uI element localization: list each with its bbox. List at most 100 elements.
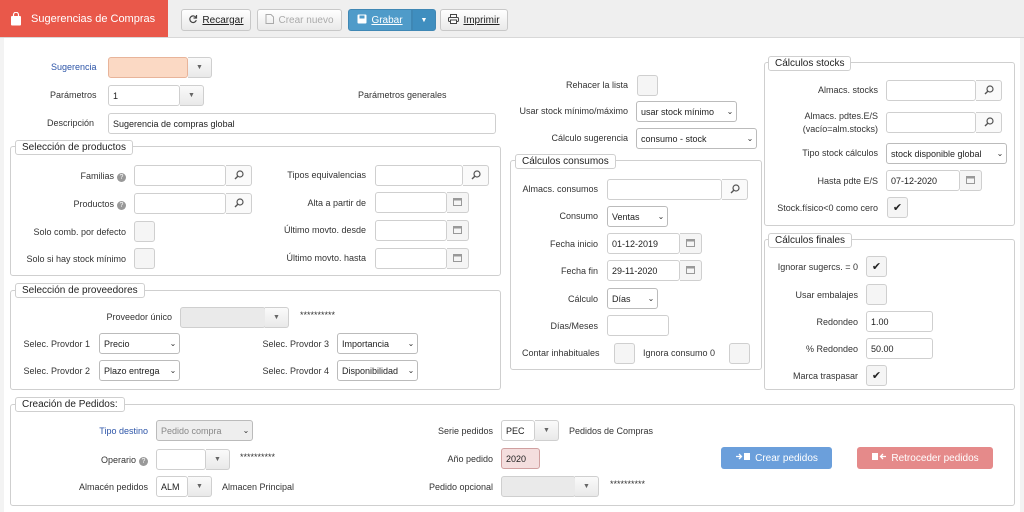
caret-down-icon: ▼ <box>188 92 195 99</box>
hasta-pdte-input[interactable]: 07-12-2020 <box>886 170 960 191</box>
calendar-icon <box>453 197 462 208</box>
serie-pedidos-dropdown[interactable]: ▼ <box>535 420 559 441</box>
redondeo-input[interactable]: 1.00 <box>866 311 933 332</box>
caret-down-icon: ▼ <box>214 456 221 463</box>
chevron-down-icon: ⌄ <box>647 294 655 303</box>
consumo-label: Consumo <box>559 211 598 221</box>
caret-down-icon: ▼ <box>420 16 428 24</box>
help-icon[interactable]: ? <box>117 201 126 210</box>
usar-stock-select[interactable]: usar stock mínimo ⌄ <box>636 101 737 122</box>
stock-fisico-checkbox[interactable]: ✔ <box>887 197 908 218</box>
sugerencia-dropdown[interactable]: ▼ <box>188 57 212 78</box>
search-icon <box>984 84 994 97</box>
chevron-down-icon: ⌄ <box>242 426 250 435</box>
search-icon <box>471 169 481 182</box>
descripcion-input[interactable]: Sugerencia de compras global <box>108 113 496 134</box>
almacs-consumos-input[interactable] <box>607 179 722 200</box>
check-icon: ✔ <box>892 202 903 214</box>
tipo-stock-label: Tipo stock cálculos <box>802 148 878 158</box>
marca-traspasar-checkbox[interactable]: ✔ <box>866 365 887 386</box>
parametros-input[interactable]: 1 <box>108 85 180 106</box>
rehacer-checkbox[interactable] <box>637 75 658 96</box>
operario-mask: ********** <box>240 452 276 462</box>
fecha-inicio-calendar-button[interactable] <box>680 233 702 254</box>
almacs-pdtes-label: Almacs. pdtes.E/S <box>804 111 878 121</box>
anio-pedido-input[interactable]: 2020 <box>501 448 540 469</box>
chevron-down-icon: ⌄ <box>407 339 415 348</box>
usar-embalajes-checkbox[interactable] <box>866 284 887 305</box>
tipos-equiv-label: Tipos equivalencias <box>287 170 366 180</box>
help-icon[interactable]: ? <box>117 173 126 182</box>
dias-meses-input[interactable] <box>607 315 669 336</box>
crear-pedidos-button[interactable]: Crear pedidos <box>721 447 832 469</box>
tipos-equiv-input[interactable] <box>375 165 463 186</box>
new-doc-icon <box>265 13 275 27</box>
familias-input[interactable] <box>134 165 226 186</box>
save-options-button[interactable]: ▼ <box>412 9 436 31</box>
new-button[interactable]: Crear nuevo <box>257 9 342 31</box>
provdor4-select[interactable]: Disponibilidad ⌄ <box>337 360 418 381</box>
descripcion-label: Descripción <box>47 118 95 128</box>
almacen-pedidos-input[interactable]: ALM <box>156 476 188 497</box>
ult-hasta-calendar-button[interactable] <box>447 248 469 269</box>
fecha-fin-input[interactable]: 29-11-2020 <box>607 260 680 281</box>
operario-label: Operario? <box>40 455 148 466</box>
almacs-consumos-label: Almacs. consumos <box>522 184 598 194</box>
productos-label: Productos? <box>40 199 126 210</box>
shopping-bag-icon <box>9 11 23 27</box>
retroceder-pedidos-button[interactable]: Retroceder pedidos <box>857 447 993 469</box>
pct-redondeo-input[interactable]: 50.00 <box>866 338 933 359</box>
almacs-stocks-input[interactable] <box>886 80 976 101</box>
print-button[interactable]: Imprimir <box>440 9 508 31</box>
operario-input[interactable] <box>156 449 206 470</box>
help-icon[interactable]: ? <box>139 457 148 466</box>
proveedor-unico-dropdown[interactable]: ▼ <box>265 307 289 328</box>
fecha-fin-calendar-button[interactable] <box>680 260 702 281</box>
pedido-opcional-dropdown[interactable]: ▼ <box>575 476 599 497</box>
serie-pedidos-input[interactable]: PEC <box>501 420 535 441</box>
productos-search-button[interactable] <box>226 193 252 214</box>
pedido-opcional-input[interactable] <box>501 476 576 497</box>
consumo-select[interactable]: Ventas ⌄ <box>607 206 668 227</box>
fecha-inicio-input[interactable]: 01-12-2019 <box>607 233 680 254</box>
almacs-pdtes-input[interactable] <box>886 112 976 133</box>
almacs-consumos-search-button[interactable] <box>722 179 748 200</box>
contar-inhabituales-checkbox[interactable] <box>614 343 635 364</box>
save-button[interactable]: Grabar <box>348 9 412 31</box>
tipo-destino-select[interactable]: Pedido compra ⌄ <box>156 420 253 441</box>
almacs-stocks-search-button[interactable] <box>976 80 1002 101</box>
provdor2-select[interactable]: Plazo entrega ⌄ <box>99 360 180 381</box>
reload-button[interactable]: Recargar <box>181 9 251 31</box>
ult-desde-input[interactable] <box>375 220 447 241</box>
ult-hasta-input[interactable] <box>375 248 447 269</box>
caret-down-icon: ▼ <box>273 314 280 321</box>
proveedor-unico-mask: ********** <box>300 310 336 320</box>
solo-stock-checkbox[interactable] <box>134 248 155 269</box>
tipos-equiv-search-button[interactable] <box>463 165 489 186</box>
calendar-icon <box>966 175 975 186</box>
tipo-stock-select[interactable]: stock disponible global ⌄ <box>886 143 1007 164</box>
solo-comb-checkbox[interactable] <box>134 221 155 242</box>
search-icon <box>234 169 244 182</box>
almacs-pdtes-search-button[interactable] <box>976 112 1002 133</box>
proveedor-unico-input[interactable] <box>180 307 266 328</box>
serie-pedidos-desc: Pedidos de Compras <box>569 426 654 436</box>
productos-input[interactable] <box>134 193 226 214</box>
ignora-consumo-checkbox[interactable] <box>729 343 750 364</box>
familias-search-button[interactable] <box>226 165 252 186</box>
almacen-pedidos-dropdown[interactable]: ▼ <box>188 476 212 497</box>
operario-dropdown[interactable]: ▼ <box>206 449 230 470</box>
parametros-dropdown[interactable]: ▼ <box>180 85 204 106</box>
hasta-pdte-calendar-button[interactable] <box>960 170 982 191</box>
provdor3-select[interactable]: Importancia ⌄ <box>337 333 418 354</box>
alta-calendar-button[interactable] <box>447 192 469 213</box>
marca-traspasar-label: Marca traspasar <box>792 371 858 381</box>
alta-input[interactable] <box>375 192 447 213</box>
calculo-sugerencia-select[interactable]: consumo - stock ⌄ <box>636 128 757 149</box>
sugerencia-input[interactable] <box>108 57 188 78</box>
provdor1-select[interactable]: Precio ⌄ <box>99 333 180 354</box>
ignorar-sugercs-checkbox[interactable]: ✔ <box>866 256 887 277</box>
ult-desde-calendar-button[interactable] <box>447 220 469 241</box>
provdor1-label: Selec. Provdor 1 <box>23 339 90 349</box>
calculo-select[interactable]: Días ⌄ <box>607 288 658 309</box>
